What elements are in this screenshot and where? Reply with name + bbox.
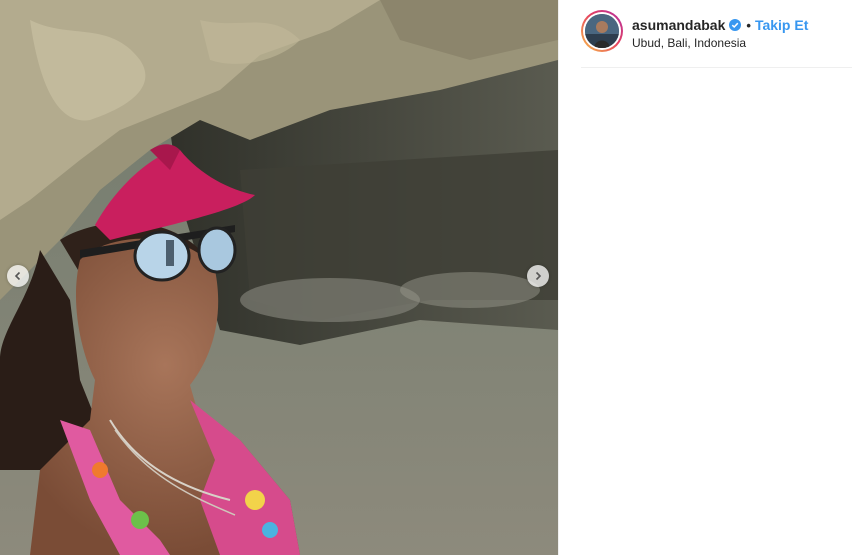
post-meta: asumandabak • Takip Et Ubud, Bali, Indon…: [632, 16, 808, 50]
username-link[interactable]: asumandabak: [632, 17, 725, 33]
separator-dot: •: [746, 17, 751, 33]
carousel-prev-button[interactable]: [7, 265, 29, 287]
carousel-next-button[interactable]: [527, 265, 549, 287]
follow-button[interactable]: Takip Et: [755, 17, 808, 33]
beach-cave-photo: [0, 0, 558, 555]
story-ring[interactable]: [581, 10, 623, 52]
avatar: [585, 14, 619, 48]
post-header: asumandabak • Takip Et Ubud, Bali, Indon…: [581, 8, 851, 56]
avatar-image: [585, 14, 619, 48]
chevron-left-icon: [14, 271, 21, 281]
location-link[interactable]: Ubud, Bali, Indonesia: [632, 36, 808, 50]
header-divider: [581, 67, 852, 68]
verified-badge-icon: [729, 19, 742, 31]
chevron-right-icon: [535, 271, 542, 281]
post-photo[interactable]: [0, 0, 558, 555]
post-side-panel: asumandabak • Takip Et Ubud, Bali, Indon…: [558, 0, 858, 555]
